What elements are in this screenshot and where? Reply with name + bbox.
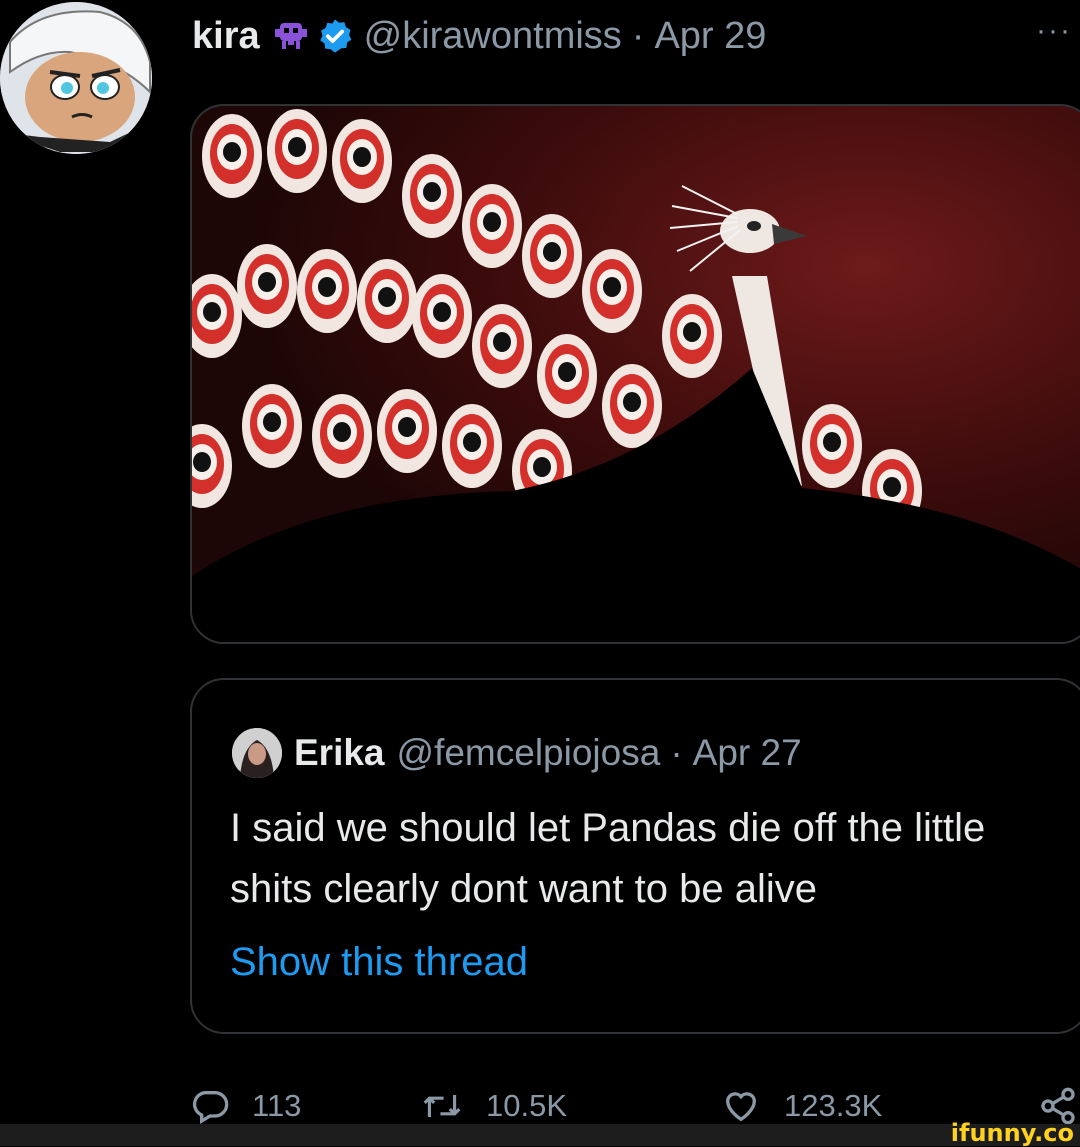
quoted-author-avatar[interactable] [232,728,282,778]
tweet-header: kira @kirawontmiss · Apr 29 [192,6,1080,66]
verified-badge-icon [316,17,354,55]
quoted-tweet-text: I said we should let Pandas die off the … [230,806,986,911]
watermark-bar [0,1124,1080,1146]
quoted-author-handle[interactable]: @femcelpiojosa [397,732,661,774]
avatar-cartoon-image [0,2,152,154]
reply-icon [192,1091,229,1124]
header-separator: · [631,14,645,57]
retweet-count: 10.5K [486,1088,568,1123]
tweet-media-image[interactable] [190,104,1080,644]
quoted-tweet-card[interactable]: Erika @femcelpiojosa · Apr 27 I said we … [190,678,1080,1034]
peacock-image [192,106,1080,642]
alien-monster-icon [272,19,310,53]
author-handle[interactable]: @kirawontmiss [364,15,622,58]
more-options-icon[interactable]: ··· [1036,14,1072,48]
quoted-tweet-header: Erika @femcelpiojosa · Apr 27 [232,728,802,778]
show-thread-link[interactable]: Show this thread [230,940,528,985]
heart-icon [725,1092,757,1122]
like-count: 123.3K [784,1088,883,1123]
author-display-name[interactable]: kira [192,15,260,58]
quoted-header-separator: · [670,732,683,773]
quoted-author-display-name[interactable]: Erika [294,732,385,774]
retweet-icon [423,1095,461,1117]
quoted-tweet-date[interactable]: Apr 27 [693,732,802,774]
tweet-date[interactable]: Apr 29 [654,15,766,58]
author-avatar[interactable] [0,2,152,154]
watermark-logo: ifunny.co [950,1119,1074,1147]
reply-count: 113 [252,1088,302,1123]
